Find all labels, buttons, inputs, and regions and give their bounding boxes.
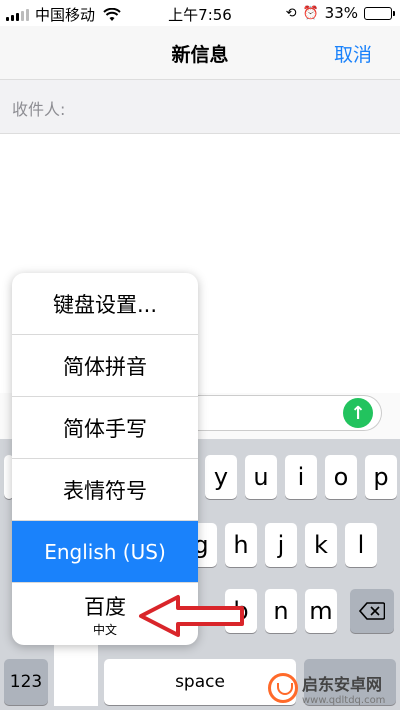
- send-button[interactable]: ↑: [343, 398, 373, 428]
- key-l[interactable]: l: [345, 523, 377, 567]
- status-bar: 中国移动 上午7:56 ⟲ ⏰ 33%: [0, 0, 400, 26]
- watermark-url: www.qdltdq.com: [302, 694, 386, 706]
- backspace-icon: [359, 602, 385, 620]
- watermark: 启东安卓网 www.qdltdq.com: [268, 668, 398, 708]
- watermark-name: 启东安卓网: [302, 674, 383, 694]
- battery-icon: [364, 6, 395, 20]
- alarm-icon: ⏰: [302, 5, 319, 21]
- menu-item-simplified-handwriting[interactable]: 简体手写: [12, 397, 198, 459]
- menu-item-baidu-sublabel: 中文: [92, 622, 117, 637]
- backspace-button[interactable]: [350, 589, 394, 633]
- battery-percent: 33%: [324, 4, 358, 22]
- recipient-label: 收件人:: [12, 100, 66, 119]
- cancel-button[interactable]: 取消: [334, 40, 372, 67]
- rotation-lock-icon: ⟲: [285, 5, 297, 21]
- status-right: ⟲ ⏰ 33%: [285, 4, 395, 22]
- numbers-key[interactable]: 123: [4, 659, 48, 705]
- watermark-text: 启东安卓网 www.qdltdq.com: [302, 671, 385, 706]
- watermark-logo-icon: [268, 673, 298, 703]
- key-o[interactable]: o: [325, 455, 357, 499]
- globe-key-stem[interactable]: [54, 640, 98, 706]
- annotation-arrow-icon: [139, 595, 244, 637]
- key-j[interactable]: j: [265, 523, 297, 567]
- key-n[interactable]: n: [265, 589, 297, 633]
- menu-item-keyboard-settings[interactable]: 键盘设置...: [12, 273, 198, 335]
- key-p[interactable]: p: [365, 455, 397, 499]
- menu-item-english-us[interactable]: English (US): [12, 521, 198, 583]
- menu-item-emoji[interactable]: 表情符号: [12, 459, 198, 521]
- recipient-row[interactable]: 收件人:: [0, 80, 400, 134]
- menu-item-baidu-label: 百度: [84, 594, 126, 619]
- nav-bar: 新信息 取消: [0, 26, 400, 80]
- key-m[interactable]: m: [305, 589, 337, 633]
- key-k[interactable]: k: [305, 523, 337, 567]
- key-u[interactable]: u: [245, 455, 277, 499]
- key-y[interactable]: y: [205, 455, 237, 499]
- keyboard-switcher-menu: 键盘设置... 简体拼音 简体手写 表情符号 English (US) 百度 中…: [12, 273, 198, 645]
- key-h[interactable]: h: [225, 523, 257, 567]
- key-i[interactable]: i: [285, 455, 317, 499]
- arrow-up-icon: ↑: [350, 402, 366, 424]
- menu-item-simplified-pinyin[interactable]: 简体拼音: [12, 335, 198, 397]
